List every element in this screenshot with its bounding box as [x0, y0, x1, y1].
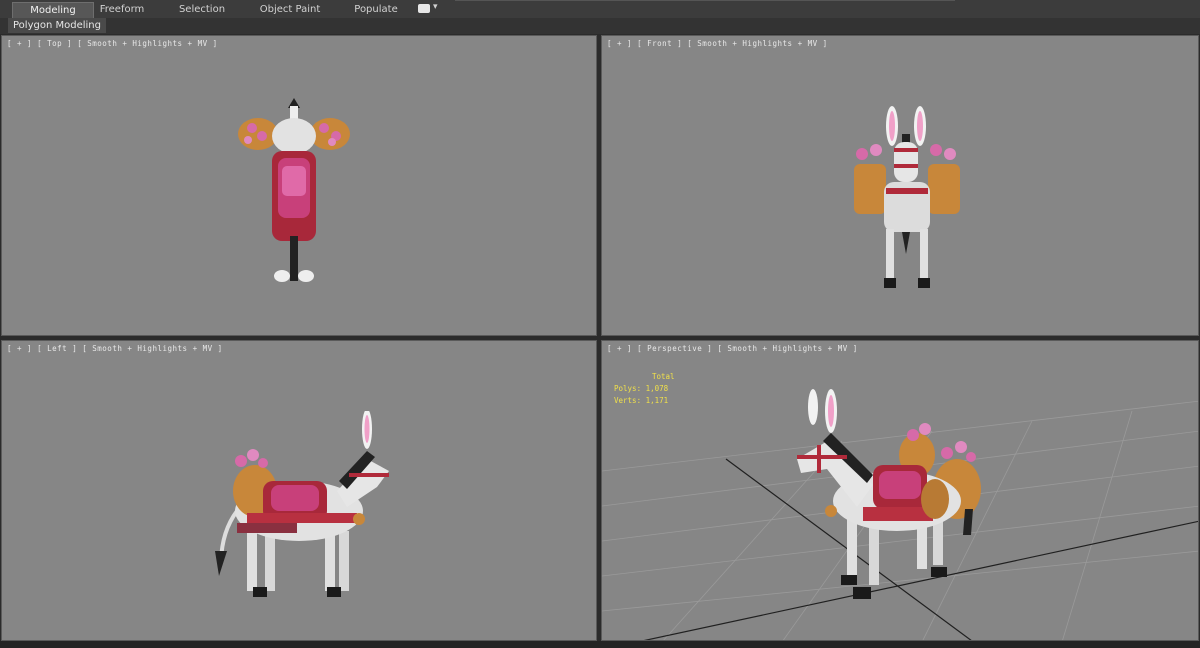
donkey-model-front-view[interactable]: [842, 104, 972, 294]
chevron-down-icon[interactable]: ▾: [433, 2, 438, 12]
ribbon-tab-bar: Modeling Freeform Selection Object Paint…: [0, 0, 1200, 19]
viewport-label[interactable]: [ + ] [ Front ] [ Smooth + Highlights + …: [607, 39, 828, 48]
viewport-perspective[interactable]: [ + ] [ Perspective ] [ Smooth + Highlig…: [601, 340, 1199, 641]
viewport-left[interactable]: [ + ] [ Left ] [ Smooth + Highlights + M…: [1, 340, 597, 641]
donkey-model-perspective-view[interactable]: [787, 389, 997, 604]
tab-freeform[interactable]: Freeform: [84, 2, 160, 17]
time-slider[interactable]: [0, 641, 1200, 648]
viewport-top[interactable]: [ + ] [ Top ] [ Smooth + Highlights + MV…: [1, 35, 597, 336]
tab-object-paint[interactable]: Object Paint: [252, 2, 328, 17]
tab-populate[interactable]: Populate: [344, 2, 408, 17]
tab-modeling[interactable]: Modeling: [12, 2, 94, 18]
panel-title-polygon-modeling[interactable]: Polygon Modeling: [8, 18, 106, 33]
divider: [455, 0, 955, 1]
viewport-label[interactable]: [ + ] [ Left ] [ Smooth + Highlights + M…: [7, 344, 223, 353]
donkey-model-left-view[interactable]: [207, 411, 407, 606]
viewport-front[interactable]: [ + ] [ Front ] [ Smooth + Highlights + …: [601, 35, 1199, 336]
donkey-model-top-view[interactable]: [232, 96, 357, 286]
tab-selection[interactable]: Selection: [166, 2, 238, 17]
viewport-label[interactable]: [ + ] [ Top ] [ Smooth + Highlights + MV…: [7, 39, 218, 48]
ribbon-toggle-icon[interactable]: [418, 4, 430, 13]
ribbon-panel: Polygon Modeling: [0, 18, 1200, 34]
